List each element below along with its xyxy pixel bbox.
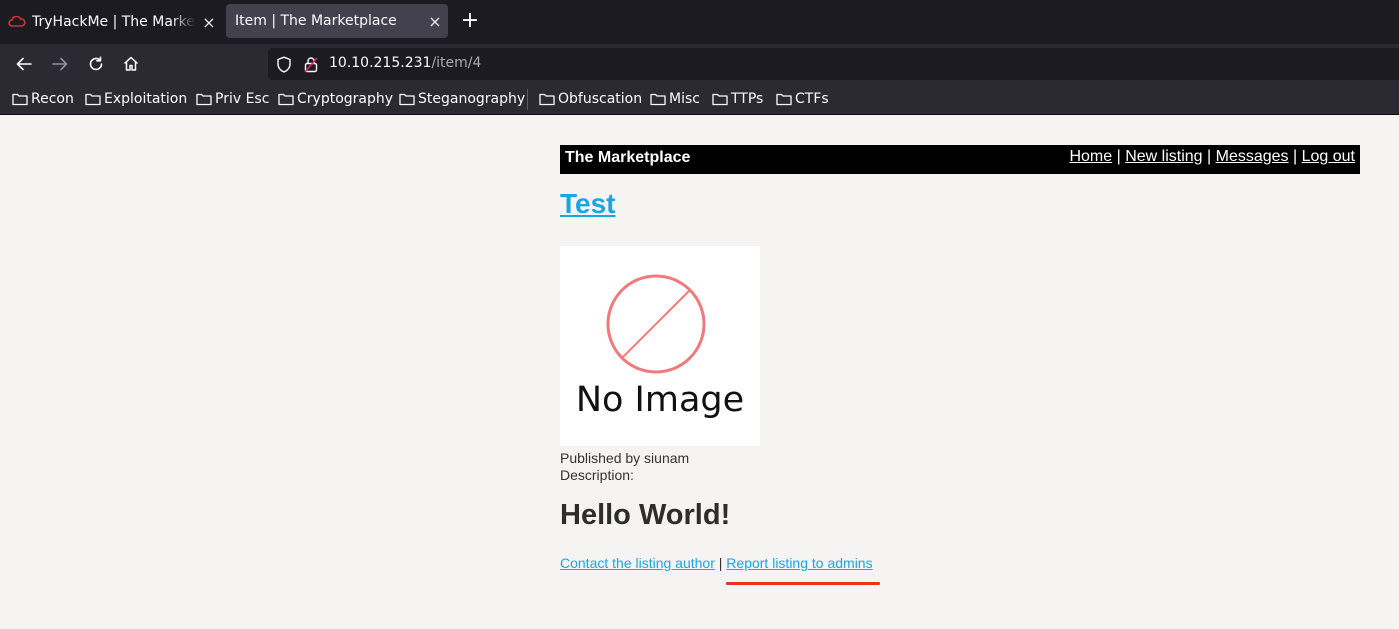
item-image-placeholder: No Image bbox=[560, 246, 760, 446]
bookmark-folder-misc[interactable]: Misc bbox=[650, 90, 700, 108]
reload-icon bbox=[89, 56, 103, 71]
item-title-link[interactable]: Test bbox=[560, 188, 616, 220]
actions-separator: | bbox=[718, 555, 723, 571]
description-label: Description: bbox=[560, 467, 634, 483]
insecure-lock-icon[interactable] bbox=[304, 56, 318, 77]
tab-tryhackme[interactable]: TryHackMe | The Marketplace × bbox=[0, 0, 222, 44]
url-bar[interactable]: 10.10.215.231/item/4 bbox=[268, 48, 1399, 80]
tracking-shield-icon[interactable] bbox=[276, 56, 292, 77]
nav-messages-link[interactable]: Messages bbox=[1216, 148, 1289, 165]
nav-home-link[interactable]: Home bbox=[1069, 148, 1112, 165]
bookmark-label: Recon bbox=[31, 91, 74, 107]
folder-icon bbox=[399, 92, 415, 106]
back-arrow-icon bbox=[16, 57, 32, 71]
new-tab-button[interactable]: + bbox=[458, 9, 482, 35]
bookmark-label: Priv Esc bbox=[215, 91, 270, 107]
bookmark-folder-exploitation[interactable]: Exploitation bbox=[85, 90, 187, 108]
tab-title: TryHackMe | The Marketplace bbox=[32, 14, 196, 30]
bookmark-folder-ttps[interactable]: TTPs bbox=[712, 90, 763, 108]
bookmark-folder-steganography[interactable]: Steganography bbox=[399, 90, 525, 108]
nav-separator: | bbox=[1207, 148, 1212, 165]
item-actions: Contact the listing author | Report list… bbox=[560, 555, 873, 571]
bookmark-label: Misc bbox=[669, 91, 700, 107]
folder-icon bbox=[278, 92, 294, 106]
url-text[interactable]: 10.10.215.231/item/4 bbox=[329, 55, 481, 71]
navigation-toolbar: 10.10.215.231/item/4 bbox=[0, 44, 1399, 84]
nav-separator: | bbox=[1116, 148, 1121, 165]
tab-item[interactable]: Item | The Marketplace × bbox=[226, 4, 448, 38]
site-header: The Marketplace Home | New listing | Mes… bbox=[560, 145, 1360, 174]
published-by: Published by siunam bbox=[560, 450, 690, 466]
bookmark-label: Steganography bbox=[418, 91, 526, 107]
bookmark-label: Obfuscation bbox=[558, 91, 643, 107]
bookmark-folder-cryptography[interactable]: Cryptography bbox=[278, 90, 393, 108]
nav-separator: | bbox=[1293, 148, 1298, 165]
bookmark-folder-recon[interactable]: Recon bbox=[12, 90, 74, 108]
close-tab-icon[interactable]: × bbox=[422, 12, 448, 31]
item-description: Hello World! bbox=[560, 499, 731, 531]
folder-icon bbox=[776, 92, 792, 106]
tab-title: Item | The Marketplace bbox=[235, 13, 397, 29]
tryhackme-cloud-icon bbox=[8, 15, 26, 28]
annotation-underline bbox=[726, 582, 880, 585]
bookmarks-toolbar: Recon Exploitation Priv Esc Cryptography… bbox=[0, 84, 1399, 115]
bookmarks-separator bbox=[527, 89, 528, 110]
folder-icon bbox=[85, 92, 101, 106]
tab-bar: TryHackMe | The Marketplace × Item | The… bbox=[0, 0, 1399, 44]
folder-icon bbox=[12, 92, 28, 106]
report-listing-link[interactable]: Report listing to admins bbox=[726, 555, 872, 571]
page-content: The Marketplace Home | New listing | Mes… bbox=[0, 115, 1399, 629]
nav-new-listing-link[interactable]: New listing bbox=[1125, 148, 1202, 165]
site-brand: The Marketplace bbox=[565, 149, 691, 166]
nav-logout-link[interactable]: Log out bbox=[1302, 148, 1355, 165]
home-button[interactable] bbox=[119, 52, 143, 76]
forward-button[interactable] bbox=[48, 52, 72, 76]
folder-icon bbox=[712, 92, 728, 106]
home-icon bbox=[123, 56, 139, 71]
bookmark-folder-obfuscation[interactable]: Obfuscation bbox=[539, 90, 642, 108]
folder-icon bbox=[650, 92, 666, 106]
back-button[interactable] bbox=[12, 52, 36, 76]
no-image-text: No Image bbox=[575, 380, 745, 420]
bookmark-label: TTPs bbox=[731, 91, 764, 107]
bookmark-label: Cryptography bbox=[297, 91, 394, 107]
folder-icon bbox=[196, 92, 212, 106]
bookmark-folder-priv-esc[interactable]: Priv Esc bbox=[196, 90, 269, 108]
folder-icon bbox=[539, 92, 555, 106]
contact-author-link[interactable]: Contact the listing author bbox=[560, 555, 715, 571]
top-navigation: Home | New listing | Messages | Log out bbox=[1069, 148, 1355, 166]
bookmark-folder-ctfs[interactable]: CTFs bbox=[776, 90, 829, 108]
bookmark-label: Exploitation bbox=[104, 91, 188, 107]
reload-button[interactable] bbox=[84, 52, 108, 76]
bookmark-label: CTFs bbox=[795, 91, 829, 107]
url-path: /item/4 bbox=[431, 55, 482, 71]
close-tab-icon[interactable]: × bbox=[196, 13, 222, 32]
forward-arrow-icon bbox=[52, 57, 68, 71]
url-host: 10.10.215.231 bbox=[329, 55, 432, 71]
